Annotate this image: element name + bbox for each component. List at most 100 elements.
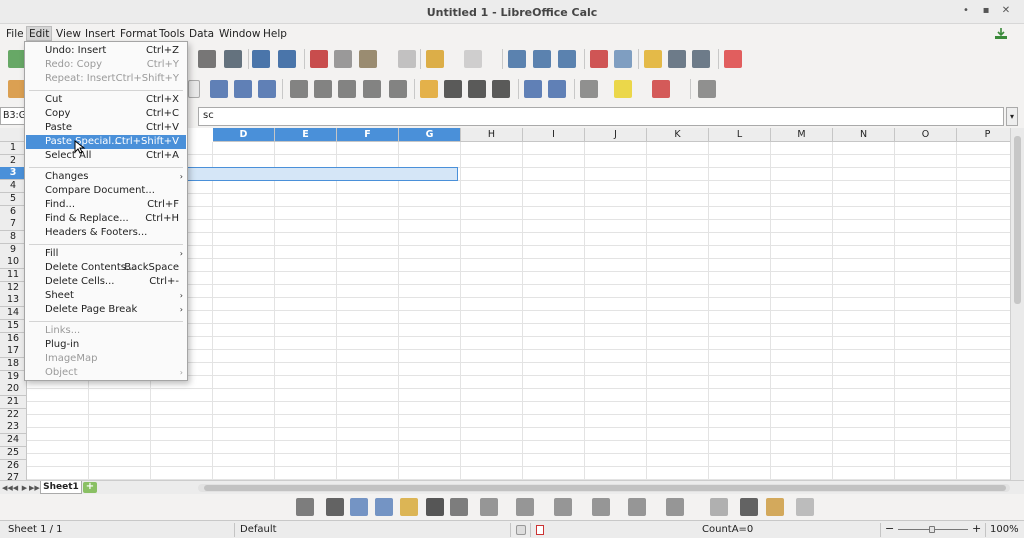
row-header-27[interactable]: 27 [0,472,27,480]
freeform-icon[interactable] [400,498,418,516]
menu-item-find-replace[interactable]: Find & Replace... Ctrl+H [26,212,186,226]
column-header-i[interactable]: I [523,128,585,142]
row-header-19[interactable]: 19 [0,370,27,384]
basic-shapes-icon[interactable] [480,498,498,516]
signature-icon[interactable] [536,525,544,535]
column-header-h[interactable]: H [461,128,523,142]
align-center-icon[interactable] [314,80,332,98]
menu-item-select-all[interactable]: Select All Ctrl+A [26,149,186,163]
row-header-24[interactable]: 24 [0,434,27,448]
row-header-10[interactable]: 10 [0,256,27,270]
navigator-icon[interactable] [644,50,662,68]
row-header-11[interactable]: 11 [0,269,27,282]
data-sources-icon[interactable] [692,50,710,68]
name-box[interactable]: B3:G [0,107,26,125]
help-icon[interactable] [724,50,742,68]
percent-icon[interactable] [444,80,462,98]
zoom-slider-handle[interactable] [929,526,935,533]
row-header-3[interactable]: 3 [0,167,27,181]
insert-mode-icon[interactable] [516,525,526,535]
column-header-p[interactable]: P [957,128,1010,142]
menu-item-delete-page-break[interactable]: Delete Page Break › [26,303,186,317]
vertical-scroll-thumb[interactable] [1014,136,1021,304]
menu-window[interactable]: Window [217,27,262,42]
menu-item-find[interactable]: Find... Ctrl+F [26,198,186,212]
stars-icon[interactable] [666,498,684,516]
menu-data[interactable]: Data [187,27,216,42]
from-file-icon[interactable] [766,498,784,516]
font-color-icon[interactable] [652,80,670,98]
menu-item-delete-contents[interactable]: Delete Contents... BackSpace [26,261,186,275]
row-header-14[interactable]: 14 [0,307,27,321]
menu-edit[interactable]: Edit [26,26,53,41]
align-left-icon[interactable] [290,80,308,98]
last-sheet-button[interactable]: ▶▶ [29,483,40,493]
page-style[interactable]: Default [240,524,277,535]
row-header-18[interactable]: 18 [0,357,27,371]
vertical-scrollbar[interactable] [1010,128,1024,480]
row-header-8[interactable]: 8 [0,230,27,244]
justify-icon[interactable] [363,80,381,98]
menu-item-changes[interactable]: Changes › [26,170,186,184]
block-arrows-icon[interactable] [554,498,572,516]
underline-icon[interactable] [258,80,276,98]
row-header-6[interactable]: 6 [0,205,27,219]
draw-functions-icon[interactable] [614,50,632,68]
hyperlink-icon[interactable] [508,50,526,68]
row-header-1[interactable]: 1 [0,142,27,155]
currency-icon[interactable] [420,80,438,98]
redo-icon[interactable] [464,50,482,68]
zoom-out-button[interactable]: − [885,522,894,535]
ellipse-icon[interactable] [375,498,393,516]
gallery-icon[interactable] [668,50,686,68]
grid-toggle-icon[interactable] [698,80,716,98]
font-size-dropdown[interactable] [188,80,200,98]
row-header-21[interactable]: 21 [0,396,27,409]
copy-icon[interactable] [334,50,352,68]
row-header-5[interactable]: 5 [0,192,27,206]
column-header-k[interactable]: K [647,128,709,142]
row-header-22[interactable]: 22 [0,408,27,422]
spellcheck-icon[interactable] [252,50,270,68]
zoom-level[interactable]: 100% [990,524,1019,535]
line-icon[interactable] [326,498,344,516]
italic-icon[interactable] [234,80,252,98]
column-header-j[interactable]: J [585,128,647,142]
selected-range[interactable] [150,167,458,181]
row-header-26[interactable]: 26 [0,459,27,473]
row-header-7[interactable]: 7 [0,218,27,232]
row-header-2[interactable]: 2 [0,154,27,168]
paste-icon[interactable] [359,50,377,68]
menu-item-fill[interactable]: Fill › [26,247,186,261]
menu-item-undo-insert[interactable]: Undo: Insert Ctrl+Z [26,44,186,58]
horizontal-scrollbar[interactable] [198,484,1010,492]
minimize-button[interactable]: • [958,4,974,18]
sort-ascending-icon[interactable] [533,50,551,68]
cut-icon[interactable] [310,50,328,68]
flowchart-icon[interactable] [592,498,610,516]
zoom-in-button[interactable]: + [972,522,981,535]
row-header-15[interactable]: 15 [0,319,27,333]
download-icon[interactable] [994,28,1008,40]
menu-insert[interactable]: Insert [83,27,117,42]
merge-cells-icon[interactable] [389,80,407,98]
column-header-e[interactable]: E [275,128,337,142]
symbol-shapes-icon[interactable] [516,498,534,516]
menu-item-paste[interactable]: Paste Ctrl+V [26,121,186,135]
align-right-icon[interactable] [338,80,356,98]
decimal-delete-icon[interactable] [492,80,510,98]
points-icon[interactable] [710,498,728,516]
row-header-4[interactable]: 4 [0,180,27,194]
menu-format[interactable]: Format [118,27,159,42]
decimal-add-icon[interactable] [468,80,486,98]
callouts-icon[interactable] [628,498,646,516]
row-header-20[interactable]: 20 [0,383,27,397]
column-header-l[interactable]: L [709,128,771,142]
text-icon[interactable] [426,498,444,516]
formula-expand-button[interactable]: ▾ [1006,107,1018,126]
menu-item-plug-in[interactable]: Plug-in [26,338,186,352]
column-header-o[interactable]: O [895,128,957,142]
sort-descending-icon[interactable] [558,50,576,68]
row-header-23[interactable]: 23 [0,421,27,435]
chart-icon[interactable] [590,50,608,68]
